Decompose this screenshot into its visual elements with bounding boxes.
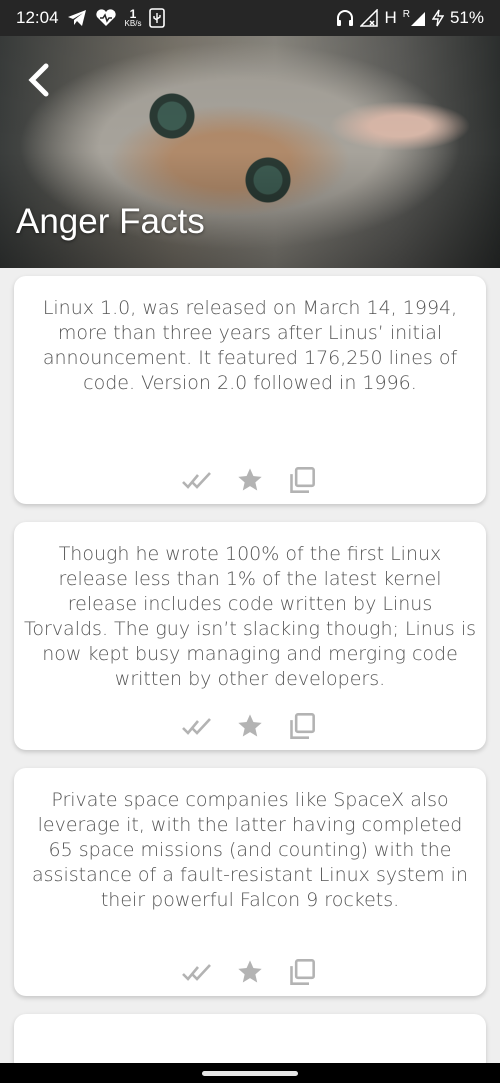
- usb-icon: [149, 8, 166, 28]
- page-title: Anger Facts: [16, 202, 205, 241]
- network-type-label: H: [384, 8, 397, 27]
- double-check-icon: [182, 964, 211, 981]
- fact-card: Linux 1.0, was released on March 14, 199…: [14, 276, 486, 504]
- network-speed-unit: KB/s: [124, 19, 142, 28]
- fact-card: Private space companies like SpaceX also…: [14, 768, 486, 996]
- star-icon: [238, 714, 262, 737]
- fact-actions: [14, 464, 486, 496]
- network-speed: 1 KB/s: [125, 8, 142, 28]
- copy-icon: [290, 467, 315, 493]
- back-arrow-icon: [28, 63, 49, 97]
- mark-read-button[interactable]: [182, 710, 214, 742]
- health-heart-icon: [95, 9, 117, 27]
- double-check-icon: [182, 718, 211, 735]
- status-left: 12:04 1 KB/s: [16, 8, 166, 28]
- status-right: H R 51%: [336, 8, 484, 28]
- battery-percent: 51%: [449, 8, 484, 27]
- copy-button[interactable]: [286, 956, 318, 988]
- favorite-button[interactable]: [234, 710, 266, 742]
- fact-text: Linux 1.0, was released on March 14, 199…: [42, 297, 458, 394]
- mark-read-button[interactable]: [182, 464, 214, 496]
- headphones-icon: [336, 9, 354, 27]
- home-gesture-handle[interactable]: [202, 1070, 298, 1076]
- copy-button[interactable]: [286, 710, 318, 742]
- status-time: 12:04: [16, 8, 59, 27]
- fact-text: Though he wrote 100% of the first Linux …: [24, 543, 477, 690]
- mark-read-button[interactable]: [182, 956, 214, 988]
- fact-card: Though he wrote 100% of the first Linux …: [14, 522, 486, 750]
- roaming-label: R: [402, 9, 410, 20]
- status-bar: 12:04 1 KB/s H R 51%: [0, 0, 500, 36]
- star-icon: [238, 960, 262, 983]
- copy-icon: [290, 959, 315, 985]
- favorite-button[interactable]: [234, 464, 266, 496]
- no-signal-icon: [360, 9, 379, 27]
- back-button[interactable]: [20, 60, 56, 100]
- header-banner: Anger Facts: [0, 36, 500, 268]
- favorite-button[interactable]: [234, 956, 266, 988]
- star-icon: [238, 468, 262, 491]
- system-nav-bar: [0, 1063, 500, 1083]
- copy-icon: [290, 713, 315, 739]
- copy-button[interactable]: [286, 464, 318, 496]
- facts-list: Linux 1.0, was released on March 14, 199…: [14, 276, 486, 1083]
- fact-actions: [14, 710, 486, 742]
- fact-text: Private space companies like SpaceX also…: [32, 789, 468, 911]
- fact-actions: [14, 956, 486, 988]
- charging-icon: [431, 9, 444, 27]
- double-check-icon: [182, 472, 211, 489]
- telegram-icon: [67, 9, 87, 27]
- roaming-signal-icon: R: [403, 9, 426, 27]
